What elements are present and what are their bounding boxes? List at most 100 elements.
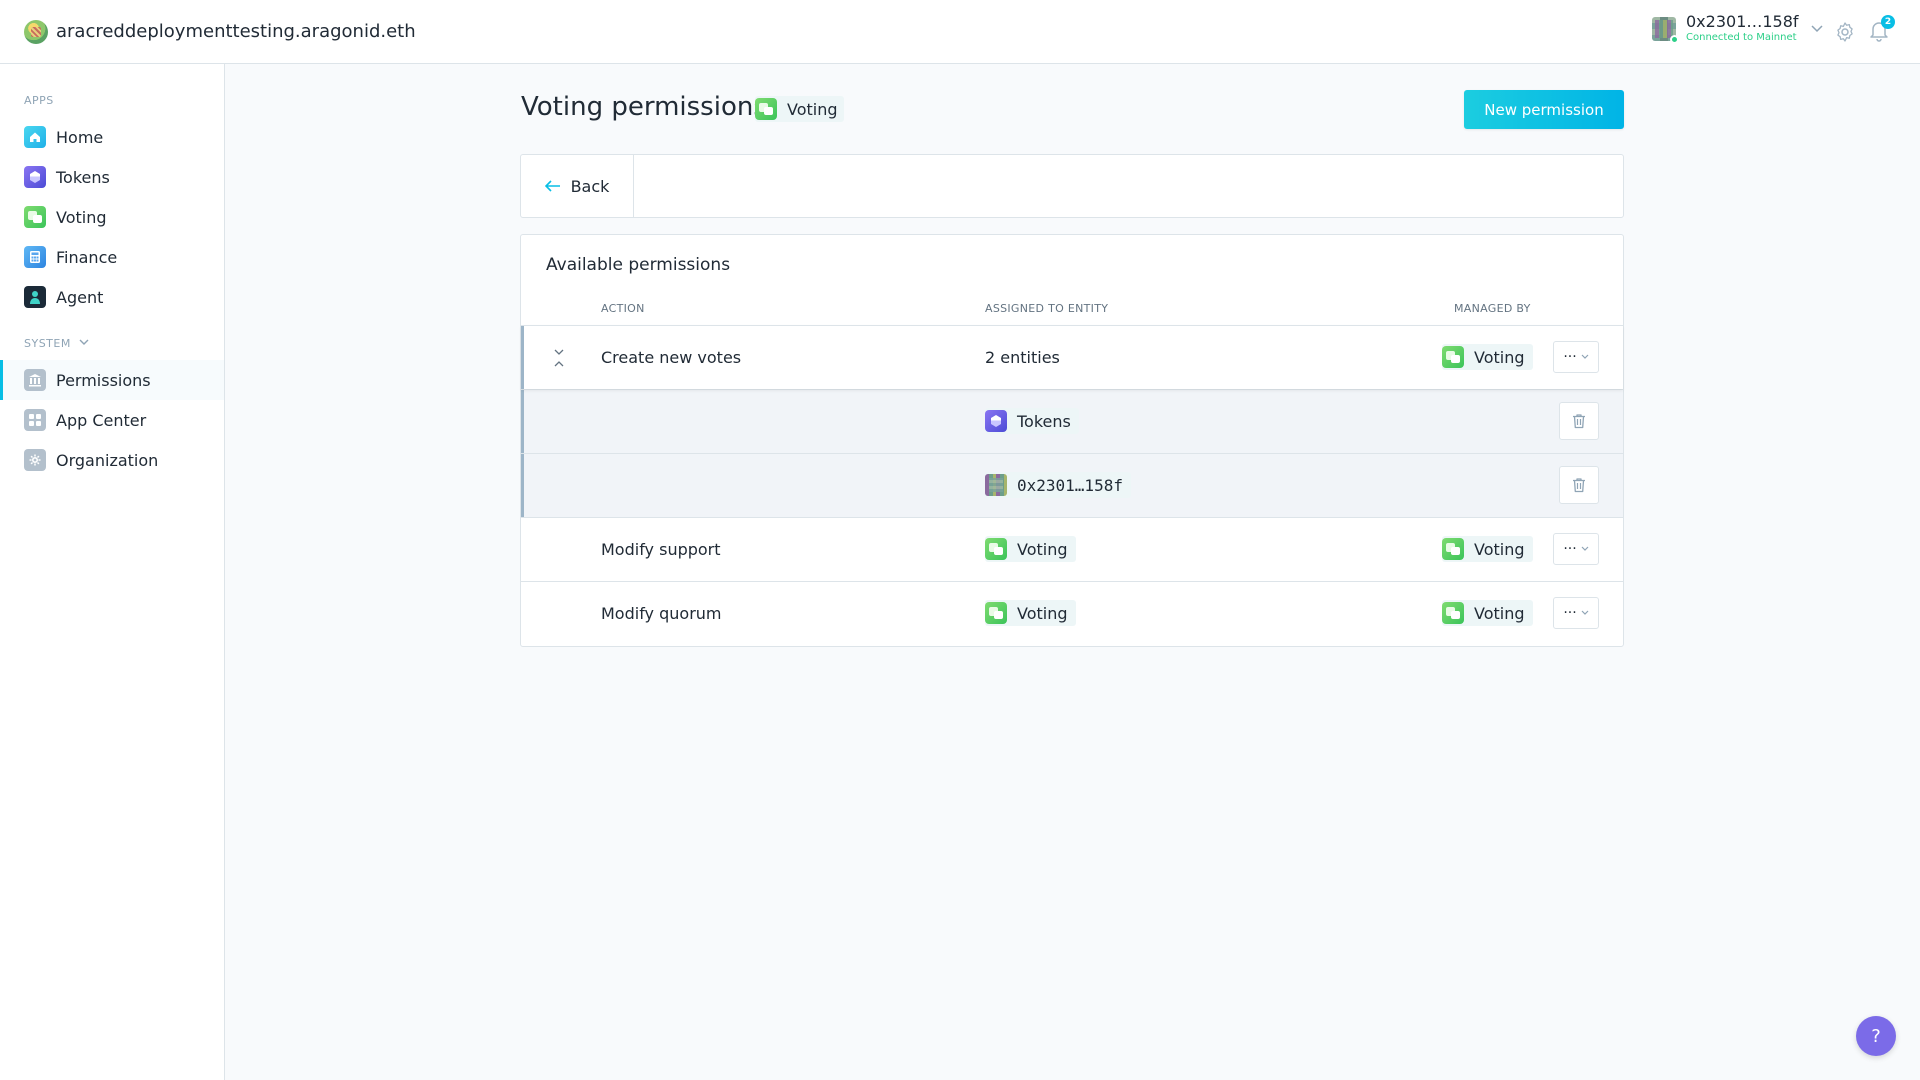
row-accent xyxy=(521,454,524,517)
arrow-left-icon xyxy=(544,176,561,197)
apps-section-label: APPS xyxy=(0,94,224,107)
revoke-button[interactable] xyxy=(1559,466,1599,504)
sidebar-item-tokens[interactable]: Tokens xyxy=(0,157,224,197)
chip-label: Voting xyxy=(1474,347,1525,367)
chevron-down-icon xyxy=(79,338,89,349)
home-icon xyxy=(24,126,46,148)
app-tag[interactable]: Voting xyxy=(755,96,844,122)
agent-icon xyxy=(24,286,46,308)
column-header-assigned: ASSIGNED TO ENTITY xyxy=(985,302,1109,315)
chip-label: Voting xyxy=(1474,539,1525,559)
trash-icon xyxy=(1573,478,1585,493)
assigned-chip[interactable]: Voting xyxy=(985,600,1076,626)
voting-icon xyxy=(1442,346,1464,368)
row-action: Create new votes xyxy=(601,348,742,367)
chevron-up-icon xyxy=(554,361,564,367)
finance-icon xyxy=(24,246,46,268)
managed-by-chip[interactable]: Voting xyxy=(1442,344,1533,370)
row-accent xyxy=(521,326,524,389)
address-identicon-icon xyxy=(985,474,1007,496)
managed-by-chip[interactable]: Voting xyxy=(1442,600,1533,626)
back-bar: Back xyxy=(520,154,1624,218)
entity-row: Tokens xyxy=(521,389,1623,453)
sidebar-item-label: Home xyxy=(56,127,104,147)
chip-label: Voting xyxy=(1474,603,1525,623)
voting-icon xyxy=(1442,602,1464,624)
tokens-icon xyxy=(24,166,46,188)
table-row: Modify support Voting Voting ··· xyxy=(521,517,1623,581)
chip-label: Voting xyxy=(1017,603,1068,623)
permissions-panel: Available permissions ACTION ASSIGNED TO… xyxy=(520,234,1624,647)
app-tag-label: Voting xyxy=(787,99,838,119)
row-actions-menu[interactable]: ··· xyxy=(1553,533,1599,565)
account-menu[interactable]: 0x2301…158f Connected to Mainnet xyxy=(1652,12,1823,44)
row-actions-menu[interactable]: ··· xyxy=(1553,597,1599,629)
system-section-toggle[interactable]: SYSTEM xyxy=(0,337,224,350)
chevron-down-icon xyxy=(1811,21,1823,37)
sidebar-item-organization[interactable]: Organization xyxy=(0,440,224,480)
org-name: aracreddeploymenttesting.aragonid.eth xyxy=(56,21,416,42)
row-action: Modify quorum xyxy=(601,604,722,623)
notification-badge: 2 xyxy=(1881,15,1895,29)
sidebar: APPS Home Tokens Voting Finance Agent SY… xyxy=(0,64,225,1080)
sidebar-item-label: Finance xyxy=(56,247,118,267)
table-row: Modify quorum Voting Voting ··· xyxy=(521,581,1623,645)
sidebar-item-label: Permissions xyxy=(56,370,151,390)
sidebar-item-label: Voting xyxy=(56,207,107,227)
voting-icon xyxy=(1442,538,1464,560)
sidebar-item-home[interactable]: Home xyxy=(0,117,224,157)
sidebar-item-label: Tokens xyxy=(56,167,110,187)
account-network: Connected to Mainnet xyxy=(1686,32,1797,43)
sidebar-item-label: Agent xyxy=(56,287,104,307)
sidebar-item-voting[interactable]: Voting xyxy=(0,197,224,237)
org-switcher[interactable]: aracreddeploymenttesting.aragonid.eth xyxy=(24,19,416,44)
connected-dot xyxy=(1670,34,1679,44)
sidebar-item-finance[interactable]: Finance xyxy=(0,237,224,277)
row-assigned: 2 entities xyxy=(985,348,1060,367)
column-header-action: ACTION xyxy=(601,302,645,315)
entity-chip[interactable]: 0x2301…158f xyxy=(985,472,1131,498)
trash-icon xyxy=(1573,414,1585,429)
chevron-down-icon xyxy=(1581,352,1589,362)
row-action: Modify support xyxy=(601,540,721,559)
voting-icon xyxy=(985,602,1007,624)
settings-button[interactable] xyxy=(1833,20,1857,44)
org-avatar-icon xyxy=(24,19,48,44)
organization-icon xyxy=(24,449,46,471)
sidebar-item-label: Organization xyxy=(56,450,159,470)
chip-label: Tokens xyxy=(1017,411,1071,431)
entity-chip[interactable]: Tokens xyxy=(985,408,1079,434)
chevron-down-icon xyxy=(554,349,564,355)
top-bar: aracreddeploymenttesting.aragonid.eth 0x… xyxy=(0,0,1920,64)
apps-label: APPS xyxy=(24,94,54,107)
sidebar-item-permissions[interactable]: Permissions xyxy=(0,360,224,400)
account-identicon-icon xyxy=(1652,16,1679,44)
sidebar-item-agent[interactable]: Agent xyxy=(0,277,224,317)
more-icon: ··· xyxy=(1563,605,1577,621)
more-icon: ··· xyxy=(1563,349,1577,365)
permissions-icon xyxy=(24,369,46,391)
voting-icon xyxy=(755,98,777,120)
voting-icon xyxy=(24,206,46,228)
row-actions-menu[interactable]: ··· xyxy=(1553,341,1599,373)
sidebar-item-label: App Center xyxy=(56,410,147,430)
tokens-icon xyxy=(985,410,1007,432)
revoke-button[interactable] xyxy=(1559,402,1599,440)
assigned-chip[interactable]: Voting xyxy=(985,536,1076,562)
entity-row: 0x2301…158f xyxy=(521,453,1623,517)
collapse-toggle[interactable] xyxy=(551,344,567,372)
account-address: 0x2301…158f xyxy=(1686,12,1799,31)
chip-address: 0x2301…158f xyxy=(1017,475,1123,495)
notifications-button[interactable]: 2 xyxy=(1866,15,1895,44)
page-title: Voting permissions xyxy=(521,92,767,122)
sidebar-item-app-center[interactable]: App Center xyxy=(0,400,224,440)
back-button[interactable]: Back xyxy=(521,155,634,217)
help-button[interactable]: ? xyxy=(1856,1016,1896,1056)
chip-label: Voting xyxy=(1017,539,1068,559)
new-permission-button[interactable]: New permission xyxy=(1464,90,1624,129)
row-accent xyxy=(521,390,524,453)
panel-title: Available permissions xyxy=(546,255,731,275)
managed-by-chip[interactable]: Voting xyxy=(1442,536,1533,562)
column-header-managed-by: MANAGED BY xyxy=(1454,302,1531,315)
gear-icon xyxy=(1837,22,1853,42)
